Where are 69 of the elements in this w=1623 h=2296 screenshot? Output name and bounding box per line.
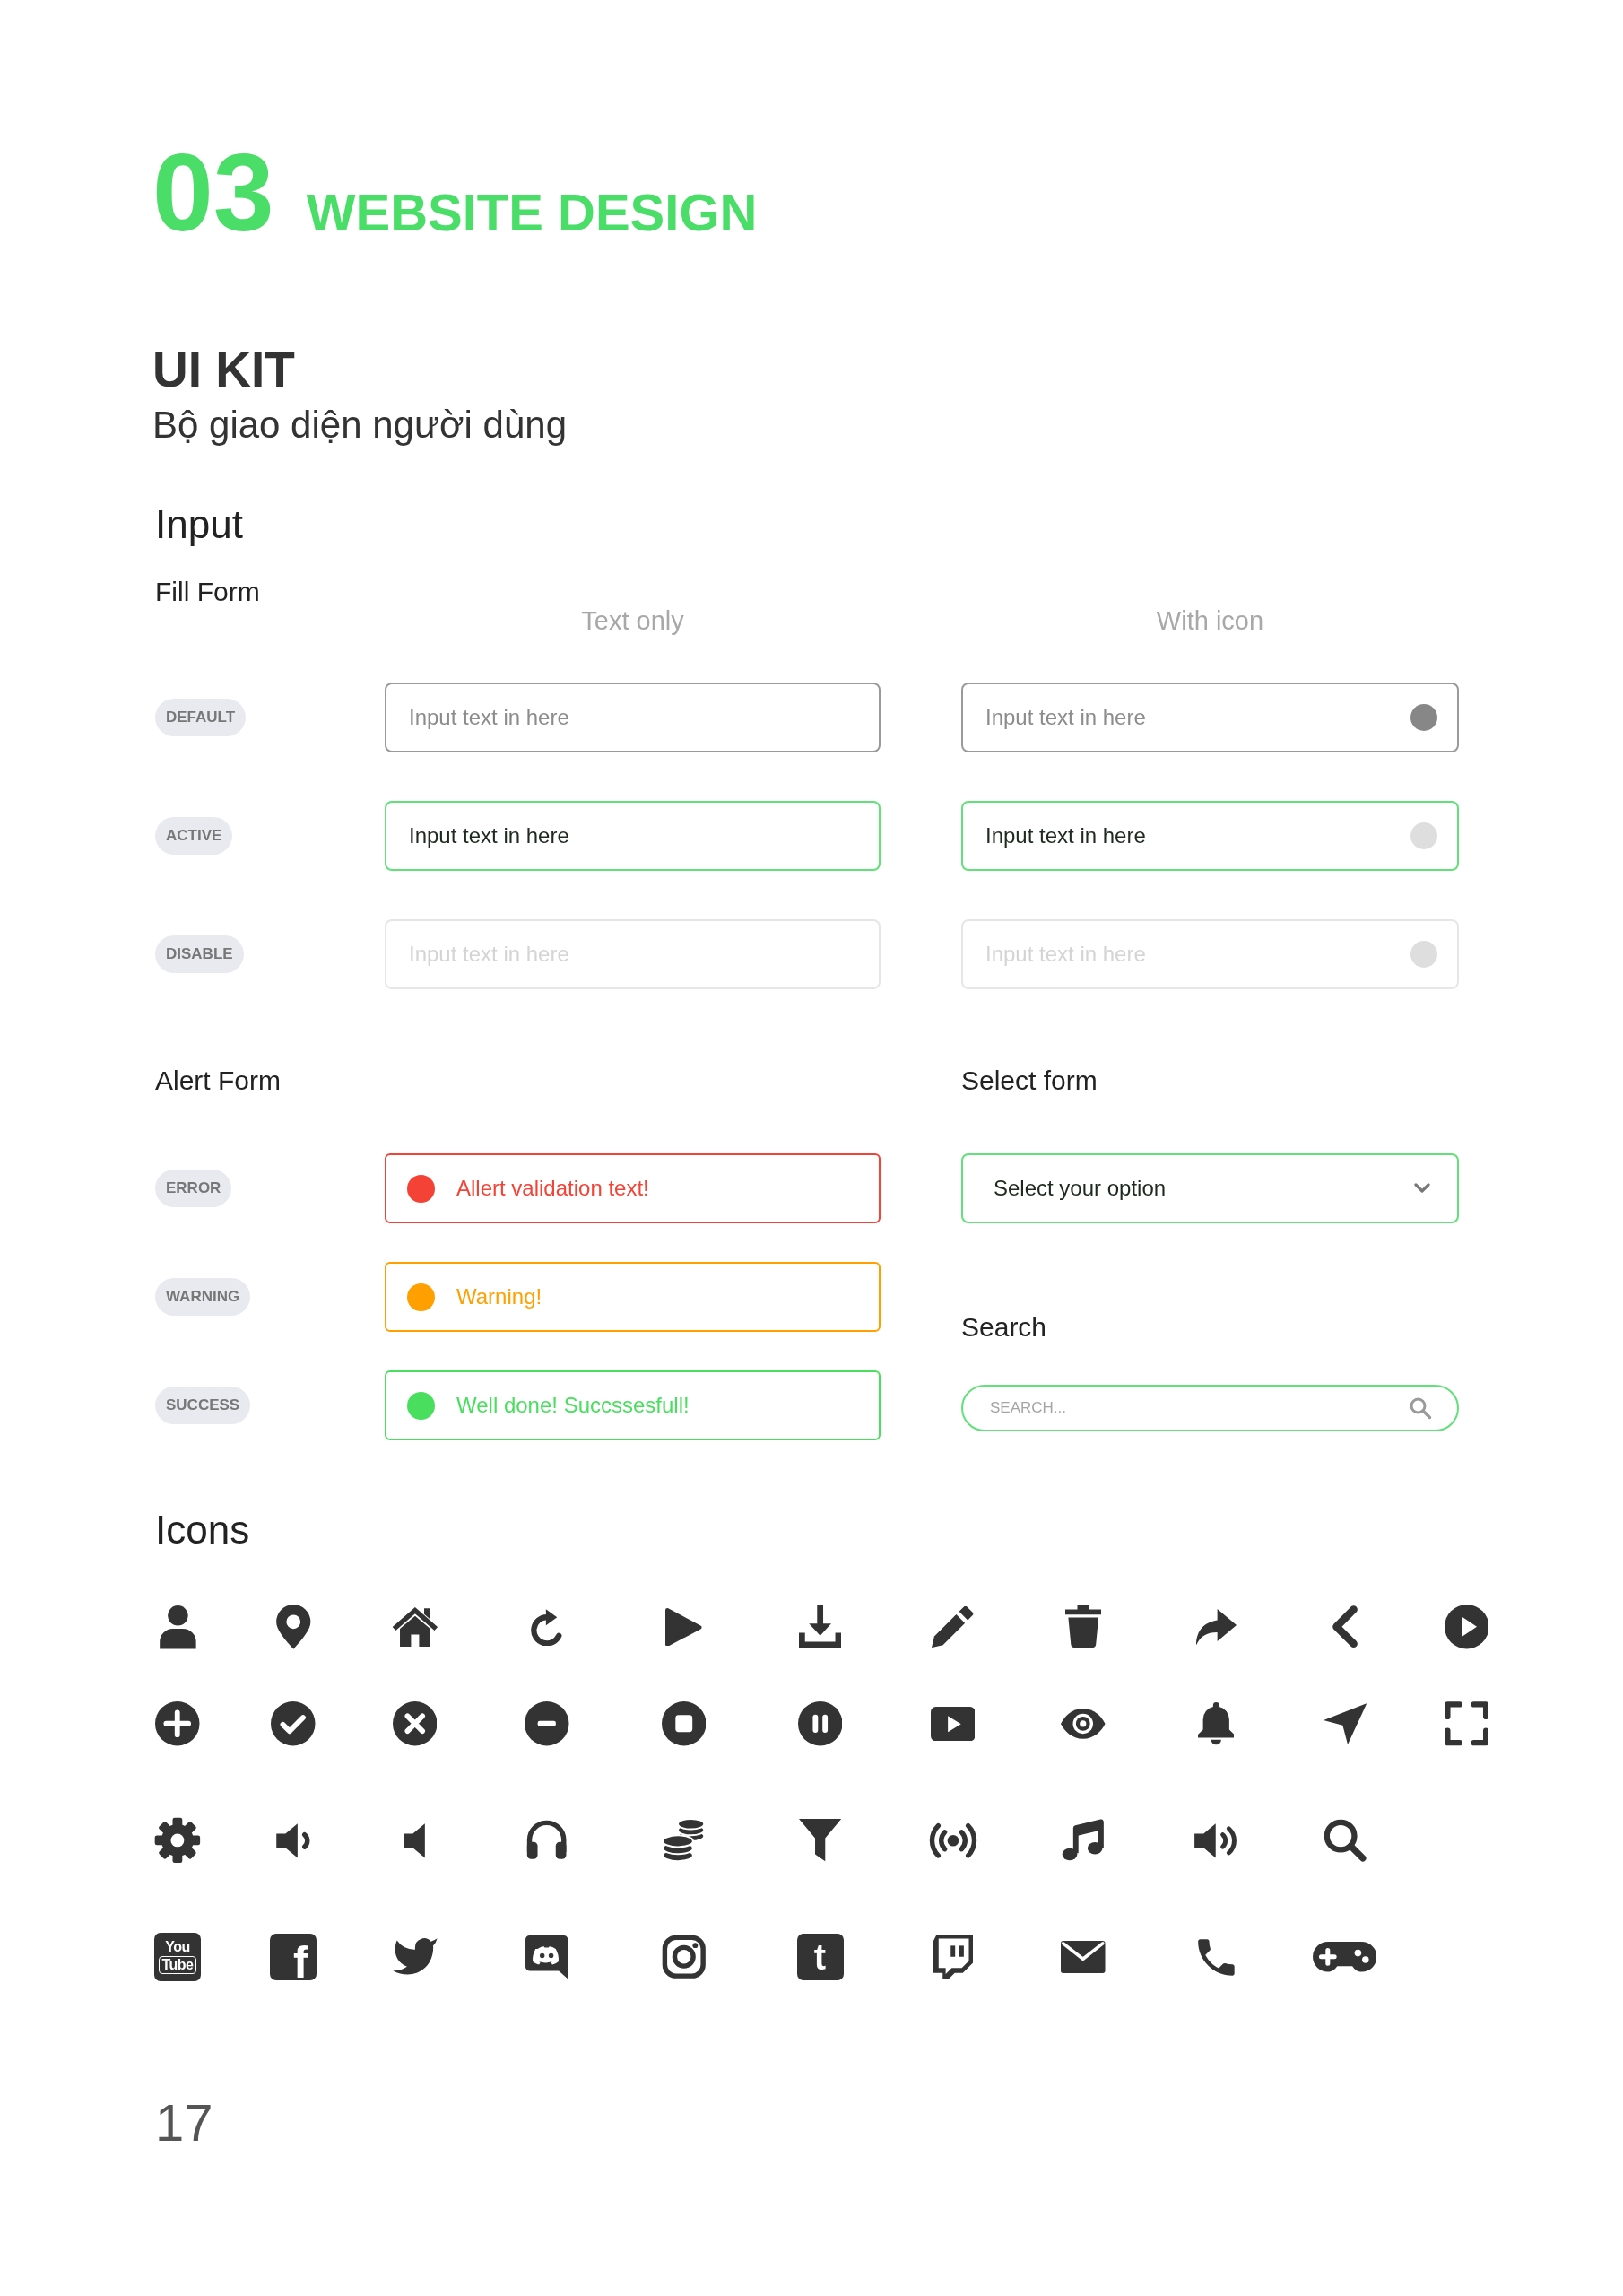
column-heading: Text only (581, 608, 684, 635)
envelope-icon (1061, 1941, 1106, 1973)
bell-icon (1197, 1702, 1235, 1745)
stop-circle-icon (661, 1701, 707, 1746)
logo-tile: You Tube (154, 1933, 201, 1981)
state-tag: WARNING (155, 1278, 251, 1317)
broadcast-icon (928, 1822, 977, 1859)
text-input[interactable]: Input text in here (385, 683, 881, 753)
alert-text: Allert validation text! (456, 1176, 649, 1202)
search-icon (1409, 1396, 1432, 1421)
section-heading: Icons (155, 1507, 250, 1554)
kit-title: UI KIT (152, 341, 295, 399)
pencil-icon (932, 1605, 974, 1648)
person-icon (158, 1604, 197, 1650)
column-heading: With icon (1156, 608, 1264, 635)
trash-icon (1064, 1605, 1101, 1648)
state-tag: ERROR (155, 1170, 232, 1208)
text-input[interactable]: Input text in here (385, 801, 881, 872)
alert-text: Warning! (456, 1284, 542, 1310)
alert-text: Well done! Succssesfull! (456, 1393, 690, 1419)
navigation-arrow-icon (1323, 1702, 1367, 1745)
settings-icon (154, 1817, 201, 1864)
subsection-heading: Select form (961, 1065, 1098, 1098)
eye-icon (1061, 1709, 1106, 1739)
state-tag: DEFAULT (155, 699, 247, 737)
section-title: WEBSITE DESIGN (306, 187, 758, 239)
search-field[interactable]: SEARCH... (961, 1385, 1459, 1432)
filter-icon (798, 1819, 842, 1862)
gamepad-icon (1313, 1942, 1377, 1972)
section-heading: Input (155, 501, 243, 549)
subsection-heading: Search (961, 1311, 1047, 1344)
page-number: 17 (155, 2092, 213, 2153)
expand-icon (1444, 1701, 1488, 1746)
select-dropdown[interactable]: Select your option (961, 1153, 1459, 1224)
chevron-down-icon (1414, 1183, 1430, 1195)
text-input[interactable]: Input text in here (961, 801, 1459, 872)
play-icon (665, 1607, 702, 1647)
minus-circle-icon (525, 1701, 569, 1746)
phone-icon (1196, 1937, 1236, 1977)
camera-icon (661, 1935, 707, 1979)
logo-tile: f (269, 1934, 317, 1980)
refresh-icon (531, 1607, 563, 1647)
close-circle-icon (392, 1701, 438, 1746)
subsection-heading: Fill Form (155, 576, 260, 609)
check-circle-icon (271, 1701, 316, 1746)
plus-circle-icon (155, 1701, 200, 1746)
share-arrow-icon (1195, 1608, 1237, 1646)
state-tag: DISABLE (155, 935, 244, 974)
music-note-icon (1062, 1819, 1105, 1862)
kit-subtitle: Bộ giao diện người dùng (152, 403, 567, 448)
coins-icon (662, 1818, 706, 1863)
home-icon (391, 1607, 438, 1647)
map-pin-icon (274, 1604, 311, 1650)
video-play-icon (930, 1706, 976, 1742)
text-input[interactable]: Input text in here (961, 683, 1459, 753)
play-circle-icon (1444, 1605, 1488, 1649)
download-icon (798, 1605, 842, 1648)
speaker-loud-icon (1193, 1821, 1239, 1860)
search-icon (1323, 1818, 1367, 1863)
state-tag: SUCCESS (155, 1387, 251, 1425)
chat-bubble-icon (525, 1935, 568, 1979)
logo-tile: t (796, 1934, 844, 1980)
state-tag: ACTIVE (155, 817, 233, 856)
chat-box-icon (933, 1935, 973, 1979)
headphones-icon (525, 1819, 568, 1862)
section-number: 03 (152, 138, 274, 248)
subsection-heading: Alert Form (155, 1065, 281, 1098)
pause-circle-icon (797, 1701, 843, 1746)
chevron-left-icon (1332, 1605, 1358, 1648)
